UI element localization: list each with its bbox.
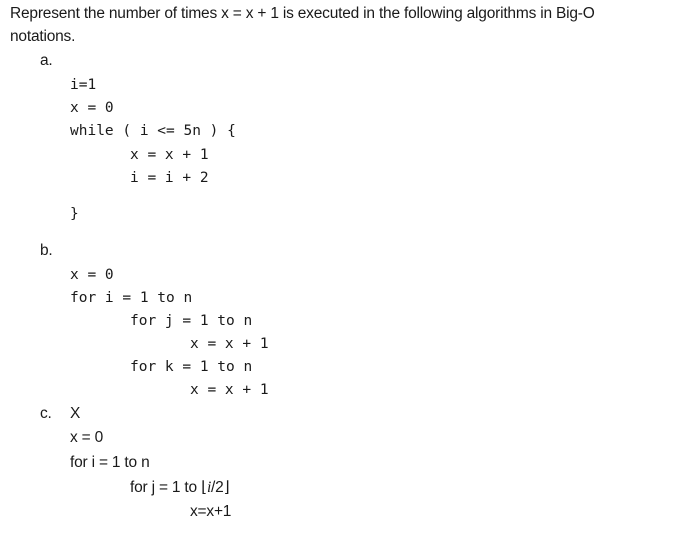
part-b-label: b. — [40, 242, 53, 259]
code-line: while ( i <= 5n ) { — [70, 123, 236, 139]
code-line: x = x + 1 — [190, 382, 269, 398]
code-line: x = 0 — [70, 100, 114, 116]
code-line: i = i + 2 — [130, 170, 209, 186]
code-line: } — [70, 206, 79, 222]
code-line: x = 0 — [70, 429, 104, 446]
question-text: Represent the number of times x = x + 1 … — [10, 5, 595, 22]
question-text-continued: notations. — [10, 28, 76, 45]
code-line: x = x + 1 — [190, 336, 269, 352]
part-c-label: c. — [40, 405, 52, 422]
code-line: for i = 1 to n — [70, 454, 150, 471]
part-a-label: a. — [40, 52, 53, 69]
floor-right-bracket: ⌋ — [223, 479, 230, 496]
code-line: i=1 — [70, 77, 97, 93]
code-line: for j = 1 to n — [130, 313, 253, 329]
loop-prefix: for j = 1 to — [130, 479, 202, 496]
code-line: x = x + 1 — [130, 147, 209, 163]
code-line: x = 0 — [70, 267, 114, 283]
code-line: for k = 1 to n — [130, 359, 253, 375]
part-c-marker: X — [70, 405, 81, 422]
floor-divisor: /2 — [211, 479, 224, 496]
code-line-floor: for j = 1 to ⌊i/2⌋ — [130, 479, 230, 496]
code-line: for i = 1 to n — [70, 290, 193, 306]
code-line: x=x+1 — [190, 503, 232, 520]
